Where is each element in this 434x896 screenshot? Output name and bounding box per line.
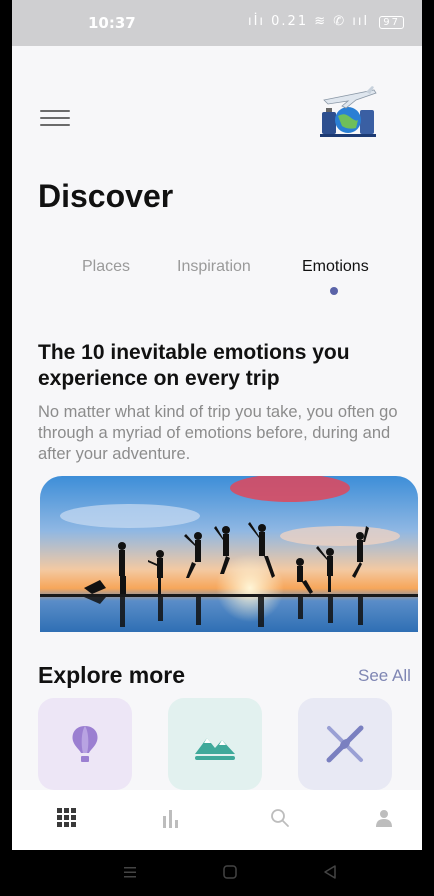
search-icon[interactable] — [270, 808, 290, 833]
tab-emotions[interactable]: Emotions — [302, 258, 369, 276]
kayak-icon — [326, 725, 364, 763]
tab-places[interactable]: Places — [82, 258, 130, 276]
article-hero-image[interactable] — [40, 476, 418, 632]
app-screen: Discover Places Inspiration Emotions The… — [12, 46, 422, 850]
category-card-kayak[interactable] — [298, 698, 392, 790]
sunset-jumping-people-image — [40, 476, 418, 632]
home-icon[interactable] — [222, 864, 238, 885]
travel-airplane-avatar-icon — [316, 84, 380, 140]
active-tab-indicator — [330, 287, 338, 295]
status-icons-text: ıİı 0.21 ≋ ✆ ııl — [247, 14, 370, 29]
category-tabs: Places Inspiration Emotions — [12, 258, 422, 298]
avatar[interactable] — [316, 84, 380, 140]
stats-icon[interactable] — [162, 808, 180, 833]
grid-icon[interactable] — [57, 808, 77, 833]
back-icon[interactable] — [322, 864, 338, 885]
profile-icon[interactable] — [374, 808, 394, 833]
system-navigation-bar — [12, 850, 422, 896]
article-title[interactable]: The 10 inevitable emotions you experienc… — [38, 340, 398, 392]
status-bar: 10:37 ıİı 0.21 ≋ ✆ ııl 97 — [12, 0, 422, 46]
category-card-mountains[interactable] — [168, 698, 262, 790]
mountains-icon — [195, 738, 235, 760]
status-time: 10:37 — [88, 14, 136, 32]
see-all-link[interactable]: See All — [358, 666, 411, 686]
hot-air-balloon-icon — [72, 726, 98, 762]
explore-more-title: Explore more — [38, 662, 185, 688]
bottom-navigation — [12, 790, 422, 850]
article-description: No matter what kind of trip you take, yo… — [38, 403, 398, 463]
page-title: Discover — [38, 178, 174, 214]
category-card-balloon[interactable] — [38, 698, 132, 790]
battery-icon: 97 — [379, 16, 404, 29]
recents-menu-icon[interactable] — [122, 864, 138, 885]
tab-inspiration[interactable]: Inspiration — [177, 258, 251, 276]
hamburger-menu-icon[interactable] — [40, 108, 70, 128]
status-icons: ıİı 0.21 ≋ ✆ ııl 97 — [248, 14, 404, 29]
